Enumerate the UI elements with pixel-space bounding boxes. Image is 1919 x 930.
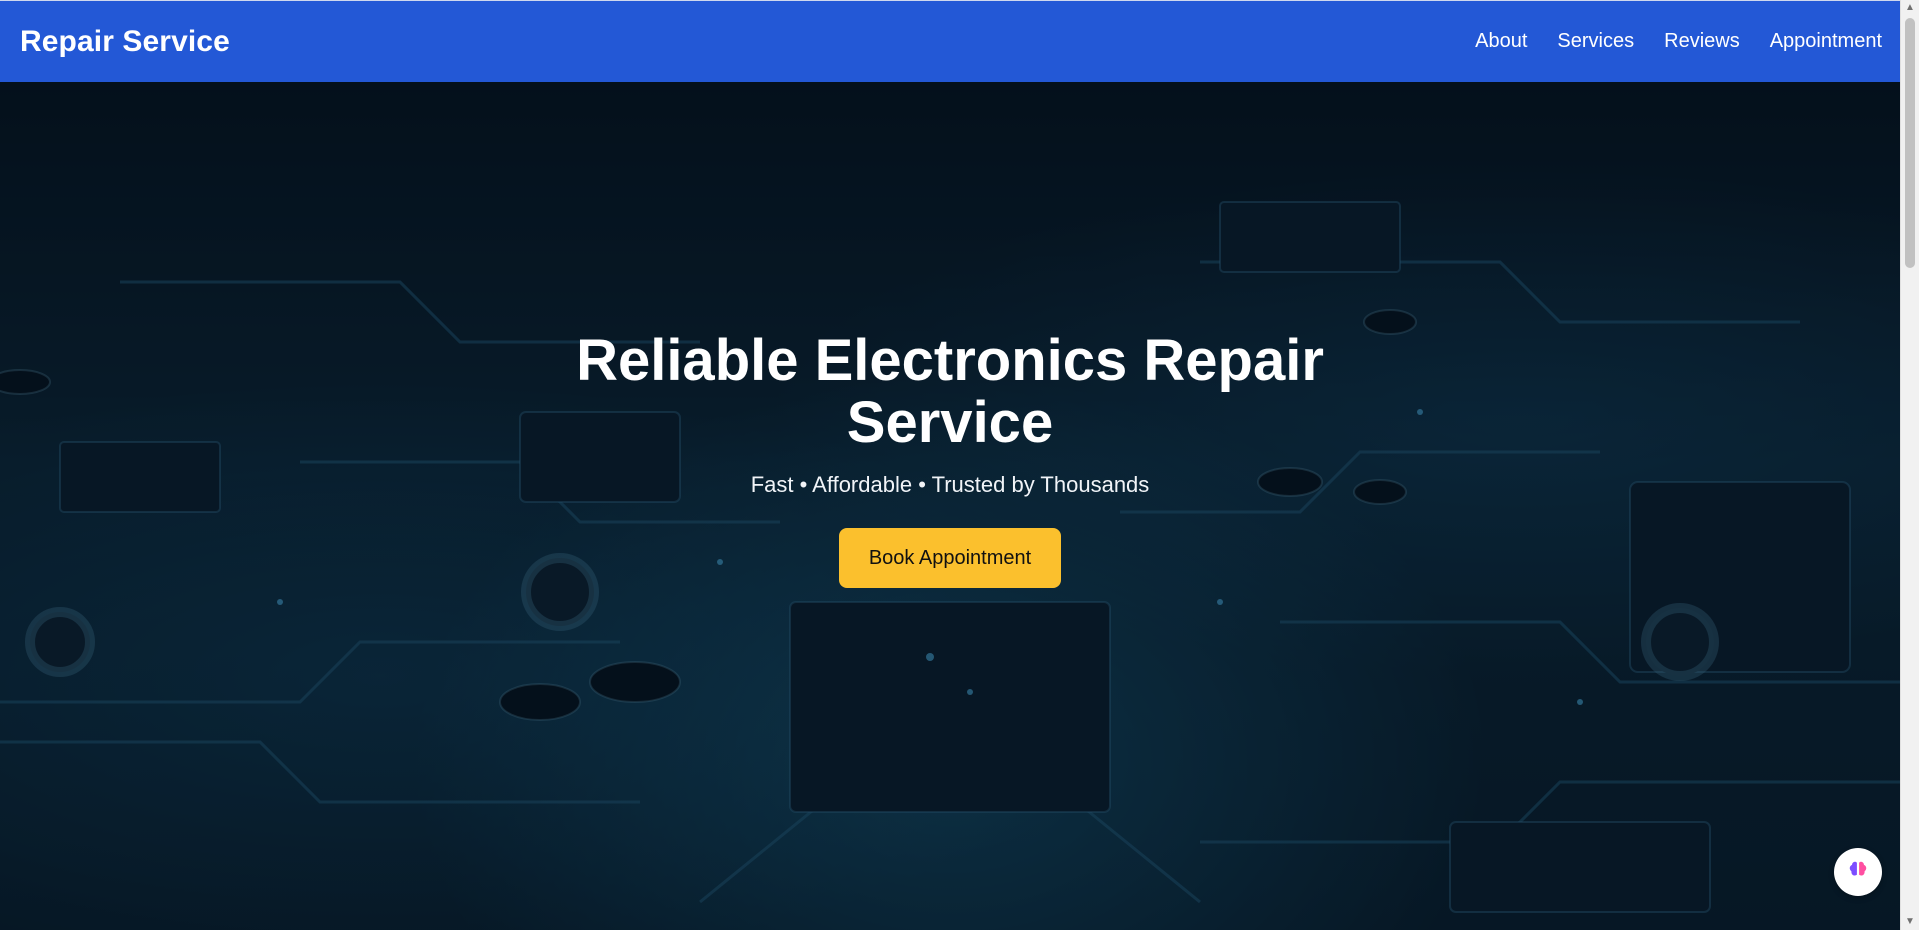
- brand-logo[interactable]: Repair Service: [20, 25, 230, 59]
- nav-link-about[interactable]: About: [1475, 30, 1527, 53]
- book-appointment-button[interactable]: Book Appointment: [838, 528, 1062, 588]
- scroll-up-arrow-icon[interactable]: ▲: [1901, 0, 1919, 16]
- main-nav: About Services Reviews Appointment: [1475, 30, 1882, 53]
- hero-tagline: Fast • Affordable • Trusted by Thousands: [750, 472, 1150, 497]
- hero-section: Reliable Electronics Repair Service Fast…: [0, 82, 1900, 930]
- scrollbar-thumb[interactable]: [1905, 18, 1915, 268]
- nav-link-appointment[interactable]: Appointment: [1770, 30, 1882, 53]
- assistant-badge[interactable]: [1834, 848, 1882, 896]
- top-navbar: Repair Service About Services Reviews Ap…: [0, 0, 1900, 82]
- vertical-scrollbar[interactable]: ▲ ▼: [1900, 0, 1919, 930]
- page: Repair Service About Services Reviews Ap…: [0, 0, 1900, 930]
- hero-title: Reliable Electronics Repair Service: [576, 328, 1324, 455]
- nav-link-services[interactable]: Services: [1557, 30, 1634, 53]
- nav-link-reviews[interactable]: Reviews: [1664, 30, 1740, 53]
- scroll-down-arrow-icon[interactable]: ▼: [1901, 914, 1919, 930]
- hero-content: Reliable Electronics Repair Service Fast…: [0, 330, 1900, 588]
- brain-icon: [1847, 859, 1869, 886]
